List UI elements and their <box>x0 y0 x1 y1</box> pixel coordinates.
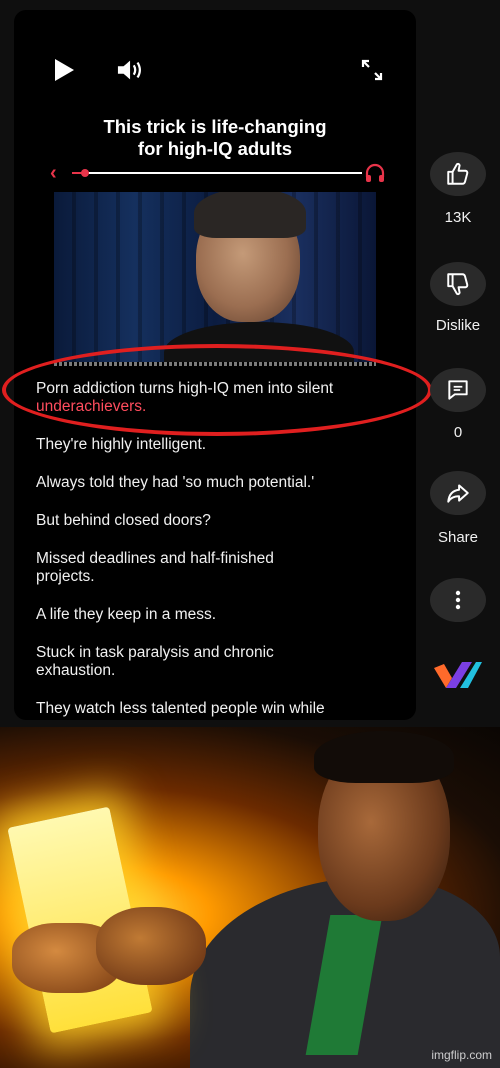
thumbs-down-icon[interactable] <box>430 262 486 306</box>
share-icon[interactable] <box>430 471 486 515</box>
watermark: imgflip.com <box>431 1048 492 1062</box>
reaction-image: imgflip.com <box>0 727 500 1068</box>
red-annotation-circle <box>2 344 432 436</box>
progress-scrubber[interactable] <box>81 169 89 177</box>
like-count: 13K <box>444 209 472 226</box>
volume-icon[interactable] <box>117 56 145 84</box>
transcript-line: Stuck in task paralysis and chronic exhau… <box>36 644 274 679</box>
comment-count: 0 <box>453 424 463 441</box>
channel-logo-icon[interactable] <box>432 658 482 692</box>
speaker-hair <box>194 192 306 238</box>
back-chevron-icon[interactable]: ‹ <box>50 162 57 184</box>
dislike-label: Dislike <box>435 317 481 334</box>
transcript-line: They watch less talented people win whil… <box>36 700 325 717</box>
transcript-line: A life they keep in a mess. <box>36 606 217 623</box>
video-title: This trick is life-changing for high-IQ … <box>103 116 327 159</box>
progress-bar[interactable]: ‹ <box>50 162 386 184</box>
transcript-line: Missed deadlines and half-finished projec… <box>36 550 274 585</box>
action-column: 13K Dislike 0 Share <box>430 0 486 727</box>
progress-track <box>72 172 362 174</box>
video-frame-speaker <box>54 192 376 362</box>
man-hair <box>314 731 454 783</box>
headphones-icon <box>364 163 386 188</box>
comment-icon[interactable] <box>430 368 486 412</box>
transcript-line: Always told they had 'so much potential.… <box>36 474 315 491</box>
more-vertical-icon[interactable] <box>430 578 486 622</box>
transcript-line: They're highly intelligent. <box>36 436 207 453</box>
fullscreen-icon[interactable] <box>358 56 386 84</box>
right-hand <box>96 907 206 985</box>
thumbs-up-icon[interactable] <box>430 152 486 196</box>
share-label: Share <box>437 529 479 546</box>
play-icon[interactable] <box>50 56 78 84</box>
transcript-line: But behind closed doors? <box>36 512 211 529</box>
shorts-screenshot: This trick is life-changing for high-IQ … <box>0 0 500 727</box>
